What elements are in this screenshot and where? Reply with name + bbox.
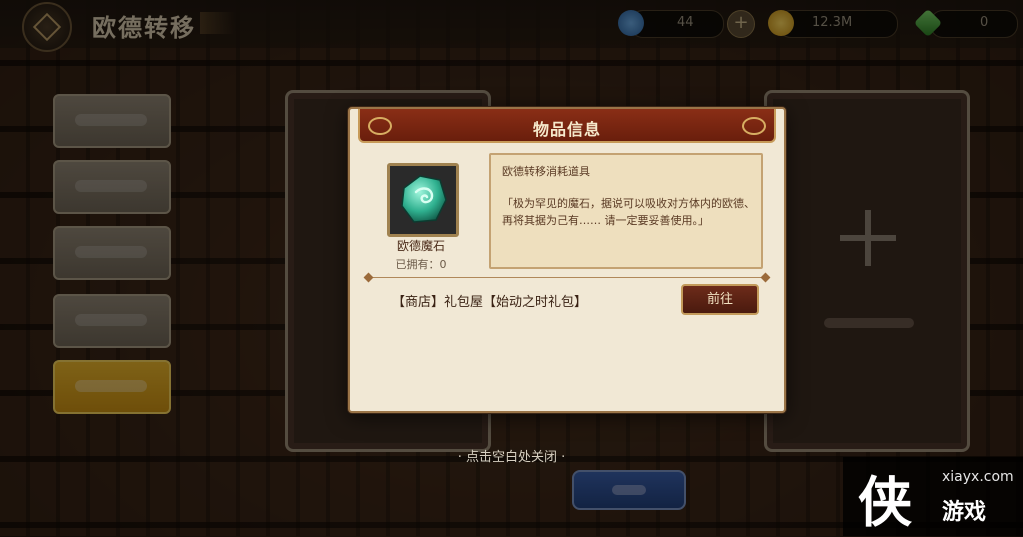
item-icon-frame bbox=[387, 163, 459, 237]
watermark-name: 游戏 bbox=[942, 500, 987, 525]
dialog-header: 物品信息 bbox=[358, 109, 776, 143]
item-info-dialog: 物品信息 欧德魔石 已拥有：0 欧德转移消耗道具 「极为罕见的魔石，据说可以吸收… bbox=[348, 107, 786, 413]
description-title: 欧德转移消耗道具 bbox=[502, 165, 590, 178]
divider-ornament bbox=[760, 272, 771, 283]
description-body: 「极为罕见的魔石，据说可以吸收对方体内的欧德、再将其据为己有…… 请一定要妥善使… bbox=[502, 197, 755, 227]
watermark-site: xiayx.com bbox=[942, 469, 1014, 485]
divider bbox=[368, 277, 766, 278]
description-box: 欧德转移消耗道具 「极为罕见的魔石，据说可以吸收对方体内的欧德、再将其据为己有…… bbox=[489, 153, 763, 269]
ornament-icon bbox=[742, 117, 766, 135]
item-name: 欧德魔石 bbox=[396, 239, 445, 253]
watermark-logo: 侠 bbox=[858, 470, 912, 534]
dialog-title: 物品信息 bbox=[532, 120, 601, 139]
item-owned-count: 已拥有：0 bbox=[395, 258, 447, 271]
ode-magic-stone-icon bbox=[401, 175, 447, 223]
item-source-text: 【商店】礼包屋【始动之时礼包】 bbox=[392, 295, 588, 310]
divider-ornament bbox=[363, 272, 374, 283]
go-to-source-button[interactable]: 前往 bbox=[681, 284, 759, 315]
